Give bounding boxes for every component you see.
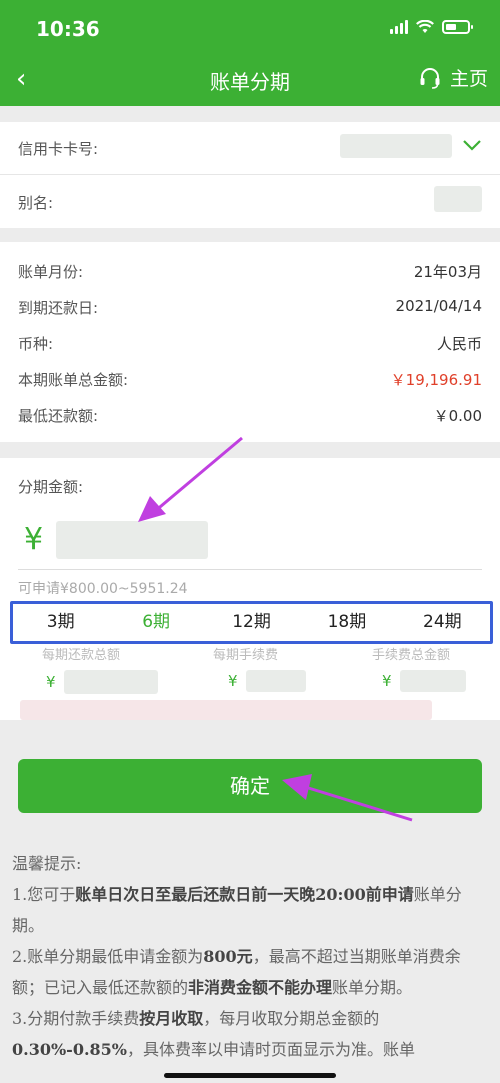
bill-row-value: 21年03月 [413, 263, 482, 281]
nav-bar: ‹ 账单分期 主页 [0, 54, 500, 106]
status-icons [390, 20, 473, 34]
per-period-fee-label: 每期手续费 [213, 648, 279, 663]
yen-symbol: ¥ [382, 672, 392, 690]
bill-row: 最低还款额: ￥0.00 [18, 405, 482, 426]
bill-row-value: 2021/04/14 [395, 297, 482, 315]
home-button[interactable]: 主页 [418, 64, 488, 91]
per-period-fee: ¥ [228, 670, 306, 692]
range-hint: 可申请¥800.00~5951.24 [18, 581, 188, 597]
yen-symbol: ¥ [24, 522, 44, 557]
per-period-total: ¥ [46, 670, 158, 694]
tips-section: 温馨提示: 1.您可于账单日次日至最后还款日前一天晚20:00前申请账单分期。 … [12, 848, 490, 1065]
tips-title: 温馨提示: [12, 854, 82, 873]
alias-label: 别名: [18, 194, 54, 212]
period-option[interactable]: 24期 [395, 604, 490, 641]
period-option[interactable]: 12期 [204, 604, 299, 641]
total-fee: ¥ [382, 670, 466, 692]
card-number-value [340, 134, 452, 158]
fee-values: ¥ ¥ ¥ [0, 666, 500, 696]
alias-row: 别名: [18, 186, 482, 213]
alias-value [434, 186, 482, 212]
amount-label: 分期金额: [18, 478, 84, 496]
period-option-selected[interactable]: 6期 [108, 604, 203, 641]
status-bar: 10:36 [0, 0, 500, 54]
fee-labels: 每期还款总额 每期手续费 手续费总金额 [0, 644, 500, 666]
card-number-row[interactable]: 信用卡卡号: [18, 134, 482, 159]
redacted-note [20, 700, 432, 720]
chevron-down-icon[interactable] [462, 138, 482, 152]
bill-row-label: 本期账单总金额: [18, 371, 129, 389]
bill-total-value: ￥19,196.91 [390, 371, 482, 389]
tip-item: 1.您可于账单日次日至最后还款日前一天晚20:00前申请账单分期。 [12, 885, 462, 935]
headset-icon [420, 67, 440, 89]
bill-row: 本期账单总金额: ￥19,196.91 [18, 369, 482, 390]
bill-row: 账单月份: 21年03月 [18, 261, 482, 282]
bill-row-value: ￥0.00 [433, 407, 482, 425]
confirm-button[interactable]: 确定 [18, 759, 482, 813]
bill-row: 到期还款日: 2021/04/14 [18, 297, 482, 318]
status-time: 10:36 [36, 17, 100, 41]
signal-icon [390, 20, 408, 34]
divider [0, 174, 500, 175]
top-bar: 10:36 ‹ 账单分期 主页 [0, 0, 500, 106]
amount-input[interactable]: ¥ [18, 510, 482, 570]
home-indicator [164, 1073, 336, 1078]
bill-row-label: 最低还款额: [18, 407, 99, 425]
bill-row-value: 人民币 [436, 335, 482, 353]
tip-item: 3.分期付款手续费按月收取，每月收取分期总金额的0.30%-0.85%，具体费率… [12, 1009, 415, 1059]
amount-label-row: 分期金额: [18, 476, 482, 497]
tip-item: 2.账单分期最低申请金额为800元，最高不超过当期账单消费余额；已记入最低还款额… [12, 947, 461, 997]
period-option[interactable]: 3期 [13, 604, 108, 641]
per-period-total-value [63, 670, 158, 694]
period-selector: 3期 6期 12期 18期 24期 [10, 601, 493, 644]
yen-symbol: ¥ [228, 672, 238, 690]
card-number-label: 信用卡卡号: [18, 140, 99, 158]
period-option[interactable]: 18期 [299, 604, 394, 641]
bill-row-label: 账单月份: [18, 263, 84, 281]
card-section: 信用卡卡号: 别名: [0, 122, 500, 228]
wifi-icon [416, 20, 434, 34]
per-period-total-label: 每期还款总额 [42, 648, 121, 663]
total-fee-label: 手续费总金额 [372, 648, 451, 663]
battery-icon [442, 20, 473, 34]
yen-symbol: ¥ [46, 673, 56, 691]
home-label: 主页 [449, 68, 488, 90]
bill-row-label: 到期还款日: [18, 299, 99, 317]
bill-row-label: 币种: [18, 335, 54, 353]
total-fee-value [399, 670, 466, 692]
per-period-fee-value [245, 670, 306, 692]
bill-info-section: 账单月份: 21年03月 到期还款日: 2021/04/14 币种: 人民币 本… [0, 242, 500, 442]
amount-value [56, 521, 208, 559]
bill-row: 币种: 人民币 [18, 333, 482, 354]
